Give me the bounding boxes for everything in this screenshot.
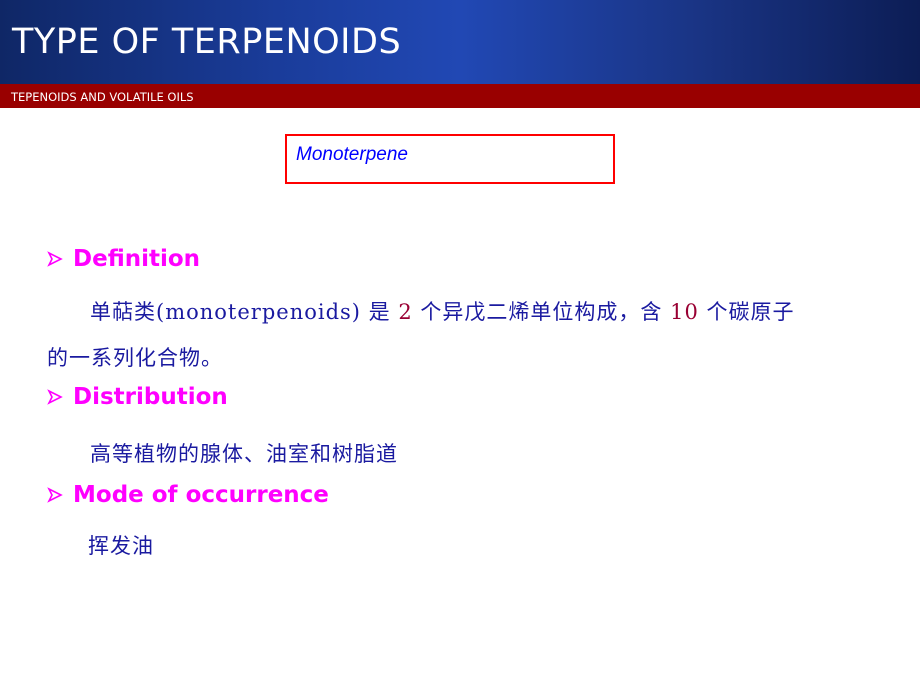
arrow-right-bullet-icon (47, 487, 65, 503)
isoprene-count: 2 (398, 300, 413, 324)
definition-text-part: 个碳原子 (698, 300, 795, 324)
definition-text-part: 个异戊二烯单位构成，含 (412, 300, 671, 324)
heading-text: Mode of occurrence (73, 482, 329, 508)
title-bar: TYPE OF TERPENOIDS (0, 0, 920, 84)
definition-line-2: 的一系列化合物。 (47, 346, 223, 370)
heading-text: Definition (73, 246, 201, 272)
slide-subtitle: TEPENOIDS AND VOLATILE OILS (11, 90, 194, 104)
definition-text-part: 单萜类(monoterpenoids) 是 (90, 300, 399, 324)
slide: TYPE OF TERPENOIDS TEPENOIDS AND VOLATIL… (0, 0, 920, 690)
topic-box: Monoterpene (285, 134, 615, 184)
arrow-right-bullet-icon (47, 389, 65, 405)
slide-title: TYPE OF TERPENOIDS (12, 22, 402, 62)
occurrence-line-1: 挥发油 (88, 534, 154, 558)
heading-mode-of-occurrence: Mode of occurrence (47, 482, 329, 508)
arrow-right-bullet-icon (47, 251, 65, 267)
definition-line-1: 单萜类(monoterpenoids) 是 2 个异戊二烯单位构成，含 10 个… (90, 296, 795, 326)
heading-text: Distribution (73, 384, 228, 410)
heading-distribution: Distribution (47, 384, 228, 410)
carbon-count: 10 (670, 300, 699, 324)
subtitle-bar: TEPENOIDS AND VOLATILE OILS (0, 84, 920, 108)
distribution-line-1: 高等植物的腺体、油室和树脂道 (90, 442, 398, 466)
heading-definition: Definition (47, 246, 200, 272)
topic-label: Monoterpene (296, 144, 408, 165)
